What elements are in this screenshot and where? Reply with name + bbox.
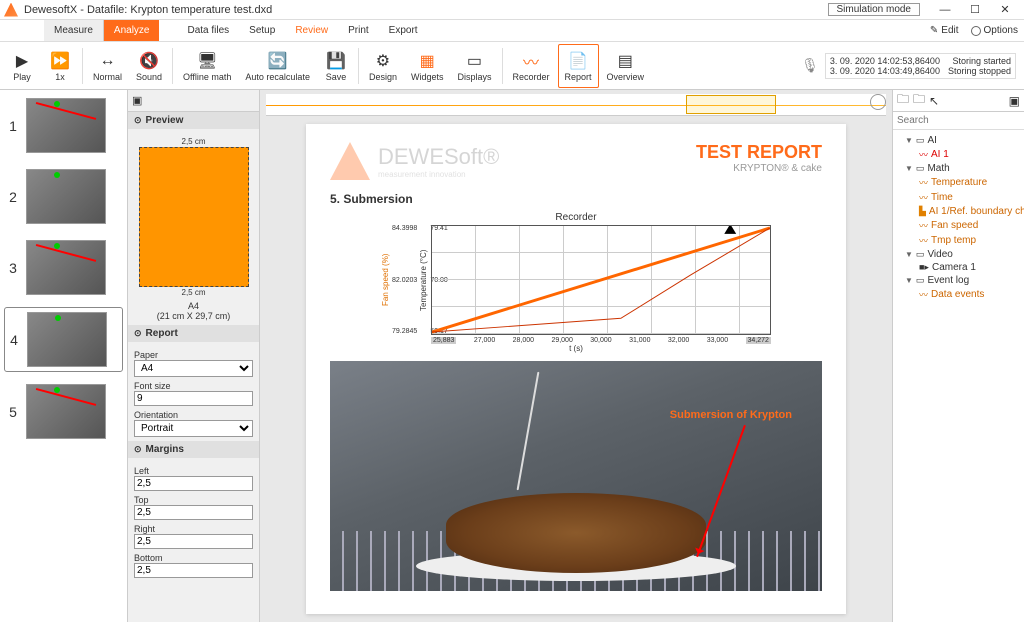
- overview-button[interactable]: ▤Overview: [601, 44, 651, 88]
- thumbnail-2[interactable]: 2: [4, 165, 123, 228]
- simulation-mode-badge: Simulation mode: [828, 3, 920, 16]
- orientation-select[interactable]: Portrait: [134, 420, 253, 437]
- time-strip[interactable]: [266, 94, 886, 116]
- report-button[interactable]: 📄Report: [558, 44, 599, 88]
- tree-node-ai1[interactable]: 〰AI 1: [895, 147, 1022, 162]
- properties-panel: ▣ Preview 2,5 cm 2,5 cm 2,5 cm 2,5 cm A4…: [128, 90, 260, 622]
- recorder-chart: Recorder Fan speed (%) 84.3998 82.0203 7…: [381, 212, 771, 353]
- displays-button[interactable]: ▭Displays: [451, 44, 497, 88]
- tab-analyze[interactable]: Analyze: [104, 20, 160, 41]
- tab-review[interactable]: Review: [285, 20, 338, 41]
- overview-icon: ▤: [618, 50, 633, 72]
- tree-node-eventlog[interactable]: ▼▭Event log: [895, 274, 1022, 287]
- tab-export[interactable]: Export: [379, 20, 428, 41]
- chart-plot-area[interactable]: [431, 225, 771, 335]
- tab-print[interactable]: Print: [338, 20, 379, 41]
- sound-muted-icon: 🔇: [139, 50, 159, 72]
- search-input[interactable]: [893, 112, 1024, 129]
- zoom-icon: ↔: [100, 50, 116, 72]
- tree-node-ai[interactable]: ▼▭AI: [895, 134, 1022, 147]
- tree-node-fan-speed[interactable]: 〰Fan speed: [895, 218, 1022, 233]
- design-button[interactable]: ⚙Design: [363, 44, 403, 88]
- status-log: 3. 09. 2020 14:02:53,86400Storing starte…: [825, 53, 1016, 79]
- report-settings-header[interactable]: Report: [128, 325, 259, 342]
- tree-node-data-events[interactable]: 〰Data events: [895, 287, 1022, 302]
- report-page: DEWESoft® measurement innovation TEST RE…: [306, 124, 846, 614]
- widgets-icon: ▦: [420, 50, 435, 72]
- recorder-button[interactable]: 〰Recorder: [507, 44, 556, 88]
- page-preview: 2,5 cm 2,5 cm 2,5 cm 2,5 cm: [139, 147, 249, 287]
- tree-tool-pointer-icon[interactable]: ↖: [929, 94, 939, 108]
- fastforward-icon: ⏩: [50, 50, 70, 72]
- displays-icon: ▭: [467, 50, 482, 72]
- calculator-icon: 🖥: [197, 50, 217, 72]
- toolbar: ▶Play ⏩1x ↔Normal 🔇Sound 🖥Offline math 🔄…: [0, 42, 1024, 90]
- report-canvas: DEWESoft® measurement innovation TEST RE…: [260, 90, 892, 622]
- close-button[interactable]: ✕: [990, 1, 1020, 19]
- tab-datafiles[interactable]: Data files: [177, 20, 239, 41]
- widgets-button[interactable]: ▦Widgets: [405, 44, 450, 88]
- options-button[interactable]: Options: [965, 20, 1024, 41]
- tree-node-temperature[interactable]: 〰Temperature: [895, 175, 1022, 190]
- thumbnail-1[interactable]: 1: [4, 94, 123, 157]
- play-button[interactable]: ▶Play: [4, 44, 40, 88]
- section-title: 5. Submersion: [330, 192, 822, 206]
- maximize-button[interactable]: ☐: [960, 1, 990, 19]
- report-photo: Submersion of Krypton: [330, 361, 822, 591]
- channel-tree: ▼▭AI 〰AI 1 ▼▭Math 〰Temperature 〰Time ▙AI…: [893, 130, 1024, 622]
- save-button[interactable]: 💾Save: [318, 44, 354, 88]
- preview-header[interactable]: Preview: [128, 112, 259, 129]
- speed-button[interactable]: ⏩1x: [42, 44, 78, 88]
- preview-caption: A4 (21 cm X 29,7 cm): [134, 301, 253, 321]
- thumbnail-3[interactable]: 3: [4, 236, 123, 299]
- indicator-icon: 🎙: [801, 57, 819, 74]
- app-logo: [4, 3, 18, 17]
- margin-bottom-input[interactable]: [134, 563, 253, 578]
- channel-tree-panel: 🗀 🗀 ↖ ▣ 🔍 ▼▭AI 〰AI 1 ▼▭Math 〰Temperature…: [892, 90, 1024, 622]
- tree-tool-1-icon[interactable]: 🗀: [897, 90, 909, 111]
- play-icon: ▶: [16, 50, 28, 72]
- tree-node-camera1[interactable]: ■▸Camera 1: [895, 261, 1022, 274]
- save-icon: 💾: [326, 50, 346, 72]
- thumbnail-4[interactable]: 4: [4, 307, 123, 372]
- margin-top-input[interactable]: [134, 505, 253, 520]
- margin-right-input[interactable]: [134, 534, 253, 549]
- pencil-icon: ✎: [930, 25, 938, 36]
- tree-node-math[interactable]: ▼▭Math: [895, 162, 1022, 175]
- tab-measure[interactable]: Measure: [44, 20, 104, 41]
- page-thumbnails: 1 2 3 4 5: [0, 90, 128, 622]
- margin-left-input[interactable]: [134, 476, 253, 491]
- tree-collapse-icon[interactable]: ▣: [1009, 94, 1020, 108]
- offline-math-button[interactable]: 🖥Offline math: [177, 44, 237, 88]
- report-title-block: TEST REPORT KRYPTON® & cake: [696, 142, 822, 174]
- report-logo: DEWESoft® measurement innovation: [330, 142, 499, 180]
- tree-node-video[interactable]: ▼▭Video: [895, 248, 1022, 261]
- sound-button[interactable]: 🔇Sound: [130, 44, 168, 88]
- main-tabs: Measure Analyze Data files Setup Review …: [0, 20, 1024, 42]
- recorder-icon: 〰: [523, 50, 539, 72]
- design-icon: ⚙: [376, 50, 390, 72]
- minimize-button[interactable]: —: [930, 1, 960, 19]
- panel-collapse-icon[interactable]: ▣: [132, 94, 142, 107]
- auto-recalc-button[interactable]: 🔄Auto recalculate: [239, 44, 316, 88]
- tree-tool-2-icon[interactable]: 🗀: [913, 90, 925, 111]
- tree-node-time[interactable]: 〰Time: [895, 190, 1022, 205]
- clock-icon[interactable]: [870, 94, 886, 110]
- refresh-icon: 🔄: [268, 50, 288, 72]
- edit-button[interactable]: ✎Edit: [924, 20, 965, 41]
- window-title: DewesoftX - Datafile: Krypton temperatur…: [24, 4, 828, 16]
- tree-node-tmp-temp[interactable]: 〰Tmp temp: [895, 233, 1022, 248]
- report-icon: 📄: [568, 50, 588, 72]
- margins-header[interactable]: Margins: [128, 441, 259, 458]
- gear-icon: [971, 26, 981, 36]
- normal-button[interactable]: ↔Normal: [87, 44, 128, 88]
- font-size-input[interactable]: [134, 391, 253, 406]
- tab-setup[interactable]: Setup: [239, 20, 285, 41]
- titlebar: DewesoftX - Datafile: Krypton temperatur…: [0, 0, 1024, 20]
- paper-select[interactable]: A4: [134, 360, 253, 377]
- thumbnail-5[interactable]: 5: [4, 380, 123, 443]
- tree-node-boundary-check[interactable]: ▙AI 1/Ref. boundary check: [895, 205, 1022, 218]
